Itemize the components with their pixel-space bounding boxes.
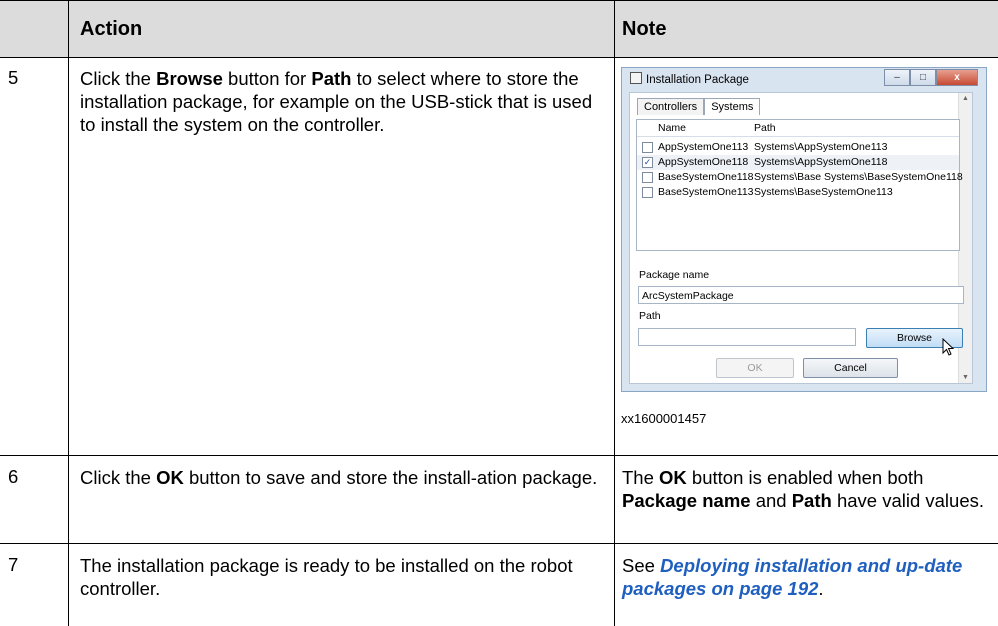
dialog-body: ▲ ▼ Controllers Systems Name Path AppSys… xyxy=(629,92,973,384)
divider xyxy=(0,57,998,58)
divider xyxy=(68,0,69,626)
divider xyxy=(0,543,998,544)
list-item[interactable]: BaseSystemOne118 Systems\Base Systems\Ba… xyxy=(637,170,963,185)
package-name-label: Package name xyxy=(639,269,710,281)
row-checkbox[interactable] xyxy=(642,172,653,183)
installation-package-dialog: Installation Package – □ x ▲ ▼ Controlle… xyxy=(621,67,987,392)
column-name[interactable]: Name xyxy=(658,122,686,134)
path-label: Path xyxy=(639,310,661,322)
table-header xyxy=(0,0,998,57)
step-action: Click the OK button to save and store th… xyxy=(80,467,598,488)
dialog-title: Installation Package xyxy=(630,72,749,90)
step-number: 5 xyxy=(8,67,19,88)
header-note: Note xyxy=(622,18,667,40)
list-item[interactable]: AppSystemOne113 Systems\AppSystemOne113 xyxy=(637,140,959,155)
close-icon[interactable]: x xyxy=(936,69,978,86)
figure-id: xx1600001457 xyxy=(621,411,707,426)
divider xyxy=(0,455,998,456)
tab-controllers[interactable]: Controllers xyxy=(637,98,705,115)
step-note: The OK button is enabled when both Packa… xyxy=(622,467,985,511)
border-top xyxy=(0,0,998,1)
row-checkbox[interactable]: ✓ xyxy=(642,157,653,168)
step-action: The installation package is ready to be … xyxy=(80,555,573,599)
cross-reference-link[interactable]: Deploying installation and up-date packa… xyxy=(622,555,962,599)
list-item[interactable]: BaseSystemOne113 Systems\BaseSystemOne11… xyxy=(637,185,959,200)
tab-systems[interactable]: Systems xyxy=(704,98,761,115)
package-name-field[interactable]: ArcSystemPackage xyxy=(638,286,964,304)
divider xyxy=(614,0,615,626)
step-number: 7 xyxy=(8,554,19,575)
step-action: Click the Browse button for Path to sele… xyxy=(80,68,593,135)
path-field[interactable] xyxy=(638,328,856,346)
step-note: See Deploying installation and up-date p… xyxy=(622,555,963,599)
systems-list[interactable]: Name Path AppSystemOne113 Systems\AppSys… xyxy=(636,119,963,251)
ok-button[interactable]: OK xyxy=(716,358,794,378)
maximize-icon[interactable]: □ xyxy=(910,69,936,86)
column-path[interactable]: Path xyxy=(754,122,776,134)
list-header: Name Path xyxy=(637,120,959,137)
procedure-table: Action Note 5 Click the Browse button fo… xyxy=(0,0,998,626)
step-number: 6 xyxy=(8,466,19,487)
window-controls: – □ x xyxy=(884,69,978,87)
list-item[interactable]: ✓ AppSystemOne118 Systems\AppSystemOne11… xyxy=(637,155,959,170)
scroll-up-icon[interactable]: ▲ xyxy=(959,95,972,102)
minimize-icon[interactable]: – xyxy=(884,69,910,86)
tab-bar: Controllers Systems xyxy=(637,98,761,115)
mouse-cursor-icon xyxy=(942,338,955,356)
scroll-down-icon[interactable]: ▼ xyxy=(959,374,972,381)
row-checkbox[interactable] xyxy=(642,187,653,198)
header-action: Action xyxy=(80,18,143,40)
cancel-button[interactable]: Cancel xyxy=(803,358,898,378)
app-icon xyxy=(630,72,642,84)
row-checkbox[interactable] xyxy=(642,142,653,153)
